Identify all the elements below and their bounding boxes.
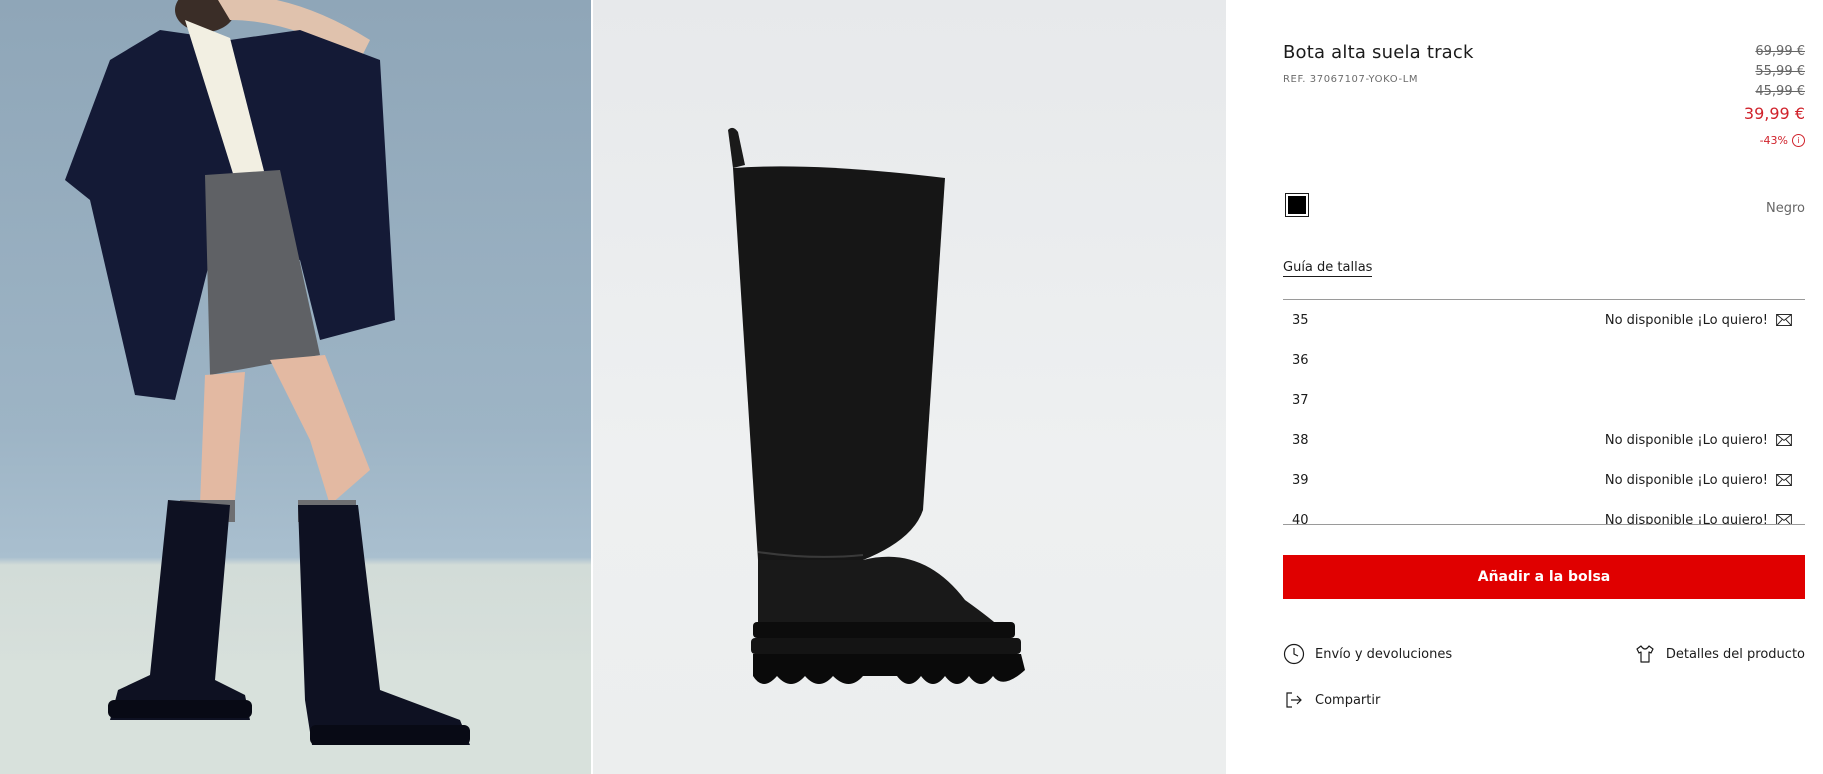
mail-icon [1776, 474, 1792, 486]
size-label: 37 [1292, 392, 1309, 408]
info-icon[interactable]: i [1792, 134, 1805, 147]
size-option-38[interactable]: 38 No disponible ¡Lo quiero! [1283, 420, 1805, 460]
tshirt-icon [1636, 645, 1654, 663]
availability-status: No disponible ¡Lo quiero! [1604, 472, 1768, 488]
notify-me-link[interactable]: No disponible ¡Lo quiero! [1605, 473, 1792, 488]
clock-icon [1283, 643, 1305, 665]
shipping-returns-link[interactable]: Envío y devoluciones [1283, 643, 1452, 665]
product-info-panel: Bota alta suela track REF. 37067107-YOKO… [1283, 0, 1805, 774]
discount-badge: -43% i [1744, 134, 1805, 147]
size-option-40[interactable]: 40 No disponible ¡Lo quiero! [1283, 500, 1805, 525]
size-guide-link[interactable]: Guía de tallas [1283, 260, 1373, 277]
product-title: Bota alta suela track [1283, 42, 1474, 63]
size-option-37[interactable]: 37 [1283, 380, 1805, 420]
add-to-bag-button[interactable]: Añadir a la bolsa [1283, 555, 1805, 599]
discount-label: -43% [1759, 134, 1788, 147]
availability-status: No disponible ¡Lo quiero! [1604, 432, 1768, 448]
notify-me-link[interactable]: No disponible ¡Lo quiero! [1605, 433, 1792, 448]
model-photo[interactable] [0, 0, 592, 774]
size-label: 39 [1292, 472, 1309, 488]
share-link[interactable]: Compartir [1283, 689, 1380, 711]
product-details-link[interactable]: Detalles del producto [1634, 643, 1805, 665]
shipping-returns-label: Envío y devoluciones [1315, 646, 1453, 662]
price-original: 69,99 € [1755, 44, 1805, 59]
notify-me-link[interactable]: No disponible ¡Lo quiero! [1605, 313, 1792, 328]
mail-icon [1776, 314, 1792, 326]
size-option-39[interactable]: 39 No disponible ¡Lo quiero! [1283, 460, 1805, 500]
notify-me-link[interactable]: No disponible ¡Lo quiero! [1604, 512, 1792, 525]
product-reference: REF. 37067107-YOKO-LM [1283, 74, 1419, 85]
size-label: 40 [1292, 512, 1309, 525]
price-previous-2: 45,99 € [1755, 84, 1805, 99]
size-option-36[interactable]: 36 [1283, 340, 1805, 380]
share-label: Compartir [1315, 692, 1381, 708]
size-label: 38 [1292, 432, 1309, 448]
availability-status: No disponible ¡Lo quiero! [1604, 512, 1768, 525]
color-name: Negro [1766, 201, 1805, 216]
size-list[interactable]: 35 No disponible ¡Lo quiero! 36 37 38 No… [1283, 299, 1805, 525]
share-icon [1286, 692, 1302, 708]
product-details-label: Detalles del producto [1665, 646, 1805, 662]
product-gallery [0, 0, 1226, 774]
color-swatch-black[interactable] [1285, 193, 1309, 217]
availability-status: No disponible ¡Lo quiero! [1604, 312, 1768, 328]
size-label: 35 [1292, 312, 1309, 328]
size-option-35[interactable]: 35 No disponible ¡Lo quiero! [1283, 300, 1805, 340]
price-current: 39,99 € [1743, 104, 1805, 123]
mail-icon [1776, 514, 1792, 524]
price-block: 69,99 € 55,99 € 45,99 € 39,99 € -43% i [1744, 42, 1805, 147]
boot-photo[interactable] [593, 0, 1226, 774]
size-label: 36 [1292, 352, 1309, 368]
mail-icon [1776, 434, 1792, 446]
price-previous: 55,99 € [1755, 64, 1805, 79]
